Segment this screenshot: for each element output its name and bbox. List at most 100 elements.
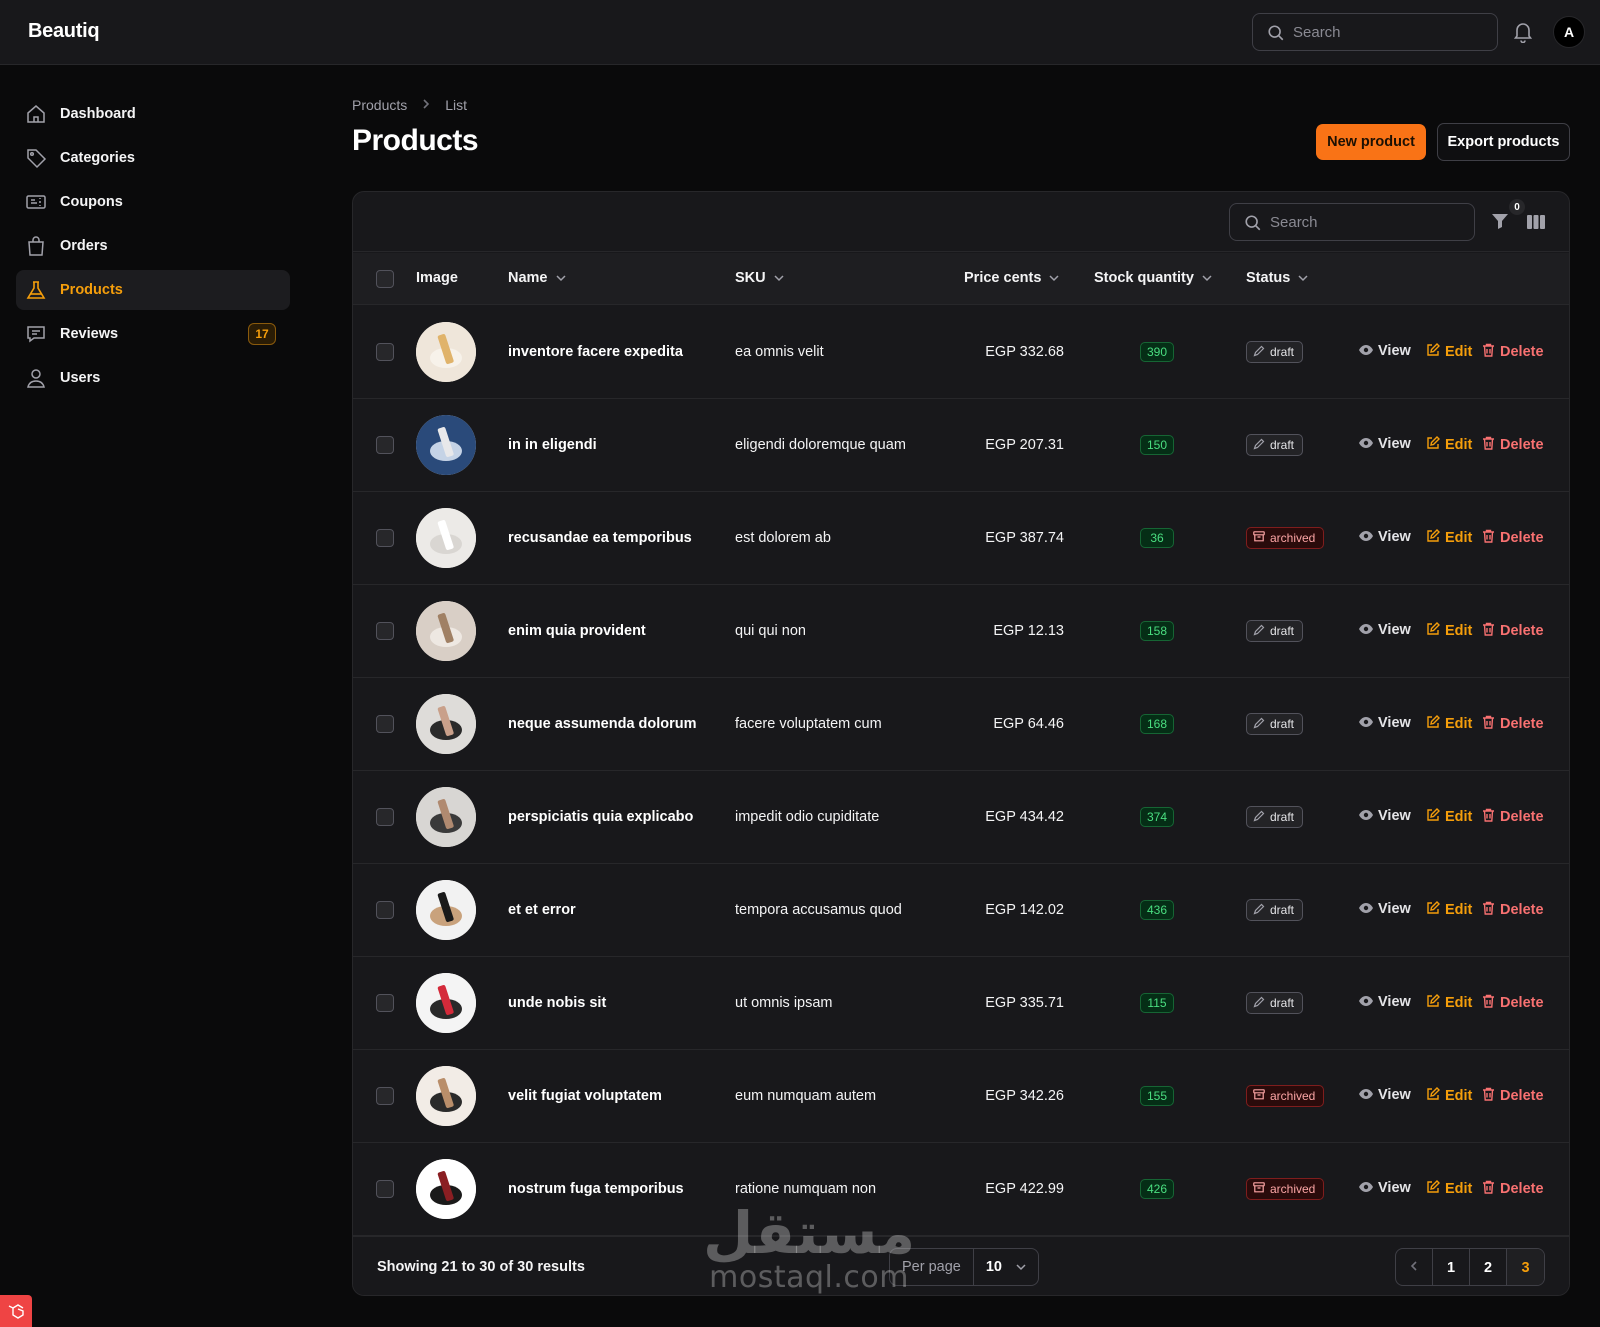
table-row[interactable]: perspiciatis quia explicabo impedit odio… [353,771,1569,864]
edit-button[interactable]: Edit [1426,808,1472,826]
product-name: inventore facere expedita [508,344,683,360]
page-button-2[interactable]: 2 [1470,1249,1507,1285]
table-row[interactable]: nostrum fuga temporibus ratione numquam … [353,1143,1569,1236]
global-search[interactable] [1252,13,1498,51]
sidebar-item-reviews[interactable]: Reviews 17 [16,314,290,354]
edit-icon [1426,994,1440,1012]
pagination: 1 2 3 [1395,1248,1545,1286]
delete-button[interactable]: Delete [1482,808,1544,826]
sidebar-item-coupons[interactable]: Coupons [16,182,290,222]
delete-button[interactable]: Delete [1482,901,1544,919]
edit-button[interactable]: Edit [1426,901,1472,919]
edit-icon [1426,715,1440,733]
edit-label: Edit [1445,995,1473,1011]
row-checkbox[interactable] [376,1087,394,1105]
delete-button[interactable]: Delete [1482,436,1544,454]
breadcrumb-products[interactable]: Products [352,97,407,113]
view-button[interactable]: View [1359,436,1411,452]
row-checkbox[interactable] [376,529,394,547]
edit-button[interactable]: Edit [1426,343,1472,361]
table-row[interactable]: et et error tempora accusamus quod EGP 1… [353,864,1569,957]
table-search[interactable] [1229,203,1475,241]
product-image [416,601,476,661]
brand-logo[interactable]: Beautiq [28,20,100,43]
sidebar: Dashboard Categories Coupons Orders Prod… [16,94,290,402]
view-button[interactable]: View [1359,1087,1411,1103]
edit-button[interactable]: Edit [1426,994,1472,1012]
edit-button[interactable]: Edit [1426,436,1472,454]
edit-button[interactable]: Edit [1426,622,1472,640]
edit-icon [1426,1180,1440,1198]
table-row[interactable]: velit fugiat voluptatem eum numquam aute… [353,1050,1569,1143]
view-button[interactable]: View [1359,1180,1411,1196]
delete-button[interactable]: Delete [1482,1180,1544,1198]
view-button[interactable]: View [1359,808,1411,824]
table-row[interactable]: neque assumenda dolorum facere voluptate… [353,678,1569,771]
table-row[interactable]: enim quia provident qui qui non EGP 12.1… [353,585,1569,678]
per-page-select[interactable]: Per page 10 [889,1248,1039,1286]
row-checkbox[interactable] [376,901,394,919]
delete-button[interactable]: Delete [1482,1087,1544,1105]
page-button-3[interactable]: 3 [1507,1249,1544,1285]
avatar[interactable]: A [1553,16,1585,48]
global-search-input[interactable] [1293,23,1483,41]
view-button[interactable]: View [1359,343,1411,359]
view-button[interactable]: View [1359,529,1411,545]
edit-button[interactable]: Edit [1426,1087,1472,1105]
page-button-1[interactable]: 1 [1433,1249,1470,1285]
eye-icon [1359,1087,1373,1103]
status-label: draft [1270,438,1295,452]
view-button[interactable]: View [1359,994,1411,1010]
columns-icon[interactable] [1527,214,1545,233]
previous-page-button[interactable] [1396,1249,1433,1285]
row-checkbox[interactable] [376,622,394,640]
sidebar-item-categories[interactable]: Categories [16,138,290,178]
table-row[interactable]: recusandae ea temporibus est dolorem ab … [353,492,1569,585]
row-checkbox[interactable] [376,994,394,1012]
edit-button[interactable]: Edit [1426,1180,1472,1198]
delete-button[interactable]: Delete [1482,994,1544,1012]
table-row[interactable]: unde nobis sit ut omnis ipsam EGP 335.71… [353,957,1569,1050]
table-row[interactable]: in in eligendi eligendi doloremque quam … [353,399,1569,492]
bell-icon[interactable] [1513,21,1533,46]
product-price: EGP 142.02 [985,902,1064,918]
edit-button[interactable]: Edit [1426,529,1472,547]
filter-icon[interactable] [1491,212,1509,233]
select-all-checkbox[interactable] [376,270,394,288]
status-badge: draft [1246,341,1304,363]
sidebar-item-orders[interactable]: Orders [16,226,290,266]
sidebar-item-products[interactable]: Products [16,270,290,310]
column-header-stock[interactable]: Stock quantity [1094,270,1212,286]
view-button[interactable]: View [1359,901,1411,917]
row-checkbox[interactable] [376,808,394,826]
delete-button[interactable]: Delete [1482,529,1544,547]
product-image [416,1066,476,1126]
row-checkbox[interactable] [376,715,394,733]
view-button[interactable]: View [1359,622,1411,638]
row-checkbox[interactable] [376,1180,394,1198]
framework-logo-icon[interactable] [0,1295,32,1327]
delete-button[interactable]: Delete [1482,343,1544,361]
delete-button[interactable]: Delete [1482,622,1544,640]
row-checkbox[interactable] [376,436,394,454]
column-header-name[interactable]: Name [508,270,566,286]
chevron-down-icon [1016,1259,1026,1275]
delete-button[interactable]: Delete [1482,715,1544,733]
status-badge: archived [1246,527,1325,549]
view-button[interactable]: View [1359,715,1411,731]
edit-label: Edit [1445,809,1473,825]
table-search-input[interactable] [1270,213,1460,231]
new-product-button[interactable]: New product [1316,124,1426,160]
per-page-value[interactable]: 10 [974,1259,1038,1275]
column-header-price[interactable]: Price cents [964,270,1059,286]
table-row[interactable]: inventore facere expedita ea omnis velit… [353,306,1569,399]
export-products-button[interactable]: Export products [1437,123,1570,161]
row-checkbox[interactable] [376,343,394,361]
status-label: draft [1270,996,1295,1010]
sidebar-item-dashboard[interactable]: Dashboard [16,94,290,134]
stock-badge: 36 [1140,528,1174,548]
sidebar-item-users[interactable]: Users [16,358,290,398]
edit-button[interactable]: Edit [1426,715,1472,733]
column-header-status[interactable]: Status [1246,270,1308,286]
column-header-sku[interactable]: SKU [735,270,784,286]
